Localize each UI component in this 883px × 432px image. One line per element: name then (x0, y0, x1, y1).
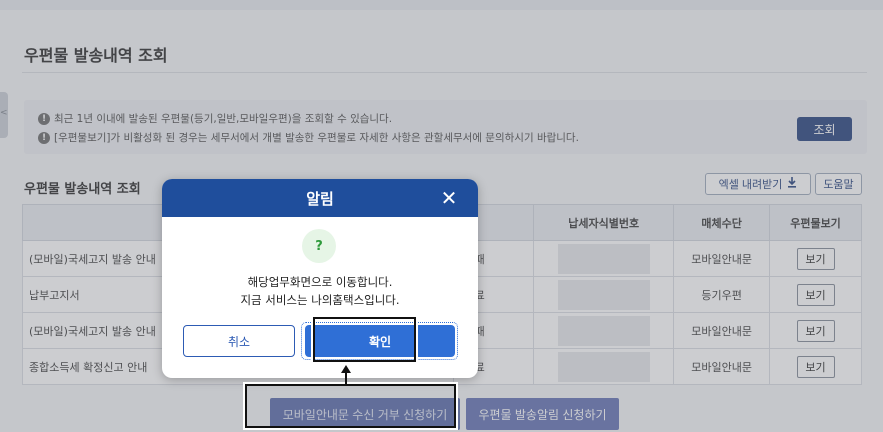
dialog-title: 알림 (306, 190, 334, 208)
dialog-message-line-1: 해당업무화면으로 이동합니다. (247, 275, 393, 289)
highlight-box-mobile-reject (243, 382, 458, 430)
annotation-arrow-line (345, 372, 347, 386)
dialog-message-line-2: 지금 서비스는 나의홈택스입니다. (240, 293, 400, 307)
question-icon: ? (302, 229, 336, 263)
cancel-button[interactable]: 취소 (183, 325, 295, 357)
close-icon[interactable]: ✕ (438, 187, 460, 209)
arrow-up-icon (341, 365, 351, 373)
dialog-header: 알림 ✕ (162, 179, 478, 217)
highlight-box-confirm (311, 315, 418, 364)
